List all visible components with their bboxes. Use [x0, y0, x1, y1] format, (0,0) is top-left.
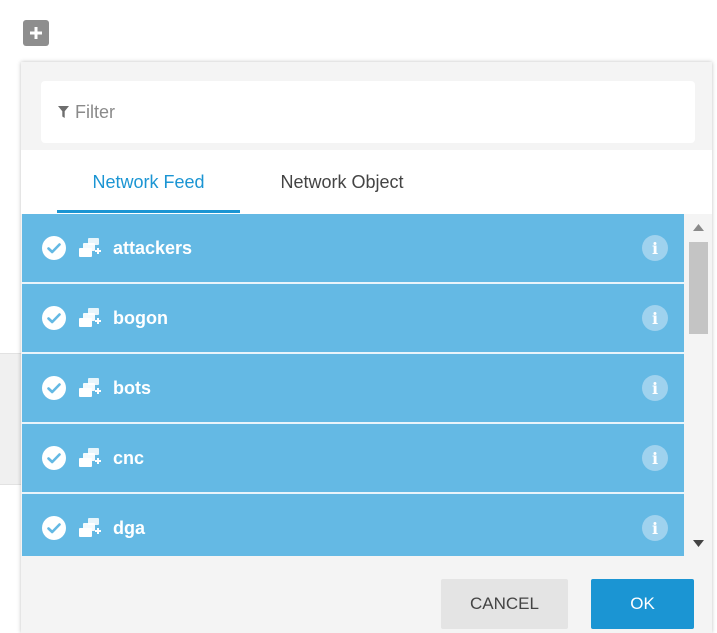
scroll-down-icon[interactable] — [693, 540, 704, 547]
list-item-label: attackers — [113, 237, 193, 258]
network-feed-icon — [79, 518, 103, 538]
list-item[interactable]: attackers i — [22, 214, 684, 284]
list-item[interactable]: bots i — [22, 354, 684, 424]
network-feed-icon — [79, 308, 103, 328]
list-item[interactable]: dga i — [22, 494, 684, 556]
scroll-thumb[interactable] — [689, 242, 708, 334]
list-item[interactable]: bogon i — [22, 284, 684, 354]
network-feed-icon — [79, 448, 103, 468]
list-item-label: bots — [113, 377, 151, 398]
check-circle-icon[interactable] — [42, 446, 66, 470]
check-circle-icon[interactable] — [42, 376, 66, 400]
check-circle-icon[interactable] — [42, 236, 66, 260]
filter-box — [41, 81, 695, 143]
info-icon[interactable]: i — [642, 375, 668, 401]
tab-network-object[interactable]: Network Object — [257, 150, 427, 214]
check-circle-icon[interactable] — [42, 516, 66, 540]
tab-network-feed[interactable]: Network Feed — [57, 150, 240, 214]
active-tab-indicator — [57, 210, 240, 213]
list-scrollbar[interactable] — [685, 214, 712, 556]
tab-bar: Network Feed Network Object — [21, 150, 712, 214]
scroll-up-icon[interactable] — [693, 224, 704, 231]
list-item[interactable]: cnc i — [22, 424, 684, 494]
list-item-label: cnc — [113, 447, 145, 468]
plus-icon — [30, 27, 42, 39]
ok-button[interactable]: OK — [591, 579, 694, 629]
network-feed-list: attackers i bogon i bots i cnc i dga i — [22, 214, 684, 556]
filter-input[interactable] — [75, 92, 635, 132]
add-button[interactable] — [23, 20, 49, 46]
dialog-footer: CANCEL OK — [21, 556, 712, 633]
check-circle-icon[interactable] — [42, 306, 66, 330]
list-item-label: bogon — [113, 307, 168, 328]
cancel-button[interactable]: CANCEL — [441, 579, 568, 629]
info-icon[interactable]: i — [642, 235, 668, 261]
list-item-label: dga — [113, 517, 146, 538]
network-picker-popover: Network Feed Network Object attackersibo… — [21, 62, 712, 633]
info-icon[interactable]: i — [642, 515, 668, 541]
info-icon[interactable]: i — [642, 445, 668, 471]
network-feed-icon — [79, 238, 103, 258]
filter-icon — [58, 106, 69, 118]
info-icon[interactable]: i — [642, 305, 668, 331]
network-feed-icon — [79, 378, 103, 398]
